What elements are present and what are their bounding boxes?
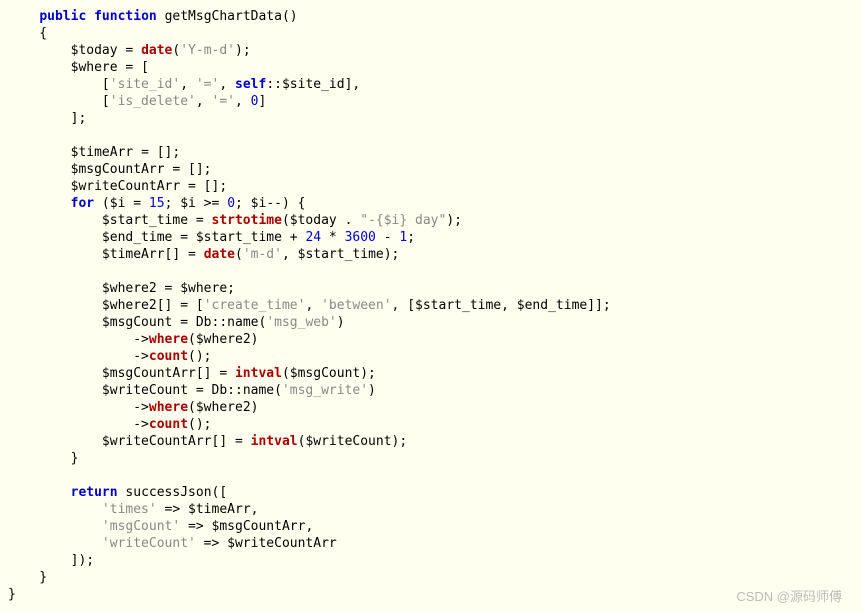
var-msgcount: $msgCount xyxy=(102,315,172,330)
fn-successjson: successJson xyxy=(125,485,211,500)
fn-where1: where xyxy=(149,332,188,347)
watermark: CSDN @源码师傅 xyxy=(736,588,842,605)
var-writecountarr: $writeCountArr xyxy=(71,179,181,194)
keyword-public: public xyxy=(39,9,86,24)
fn-date: date xyxy=(141,43,172,58)
str-day: "-{$i} day" xyxy=(360,213,446,228)
fn-date2: date xyxy=(204,247,235,262)
var-writecount: $writeCount xyxy=(102,383,188,398)
kw-return: return xyxy=(71,485,118,500)
code-block: public function getMsgChartData() { $tod… xyxy=(8,8,854,603)
kw-for: for xyxy=(71,196,94,211)
fn-intval1: intval xyxy=(235,366,282,381)
var-where2: $where2 xyxy=(102,281,157,296)
var-timearr: $timeArr xyxy=(71,145,134,160)
fn-strtotime: strtotime xyxy=(212,213,282,228)
str-siteid: 'site_id' xyxy=(110,77,180,92)
var-today: $today xyxy=(71,43,118,58)
var-siteid: $site_id xyxy=(282,77,345,92)
fn-count1: count xyxy=(149,349,188,364)
var-where: $where xyxy=(71,60,118,75)
str-eq2: '=' xyxy=(212,94,235,109)
function-name: getMsgChartData xyxy=(165,9,282,24)
var-endtime: $end_time xyxy=(102,230,172,245)
num-zero: 0 xyxy=(251,94,259,109)
var-starttime: $start_time xyxy=(102,213,188,228)
fn-where2: where xyxy=(149,400,188,415)
fn-intval2: intval xyxy=(251,434,298,449)
var-msgcountarr: $msgCountArr xyxy=(71,162,165,177)
str-eq1: '=' xyxy=(196,77,219,92)
str-isdel: 'is_delete' xyxy=(110,94,196,109)
keyword-function: function xyxy=(94,9,157,24)
str-ymd: 'Y-m-d' xyxy=(180,43,235,58)
fn-count2: count xyxy=(149,417,188,432)
kw-self: self xyxy=(235,77,266,92)
